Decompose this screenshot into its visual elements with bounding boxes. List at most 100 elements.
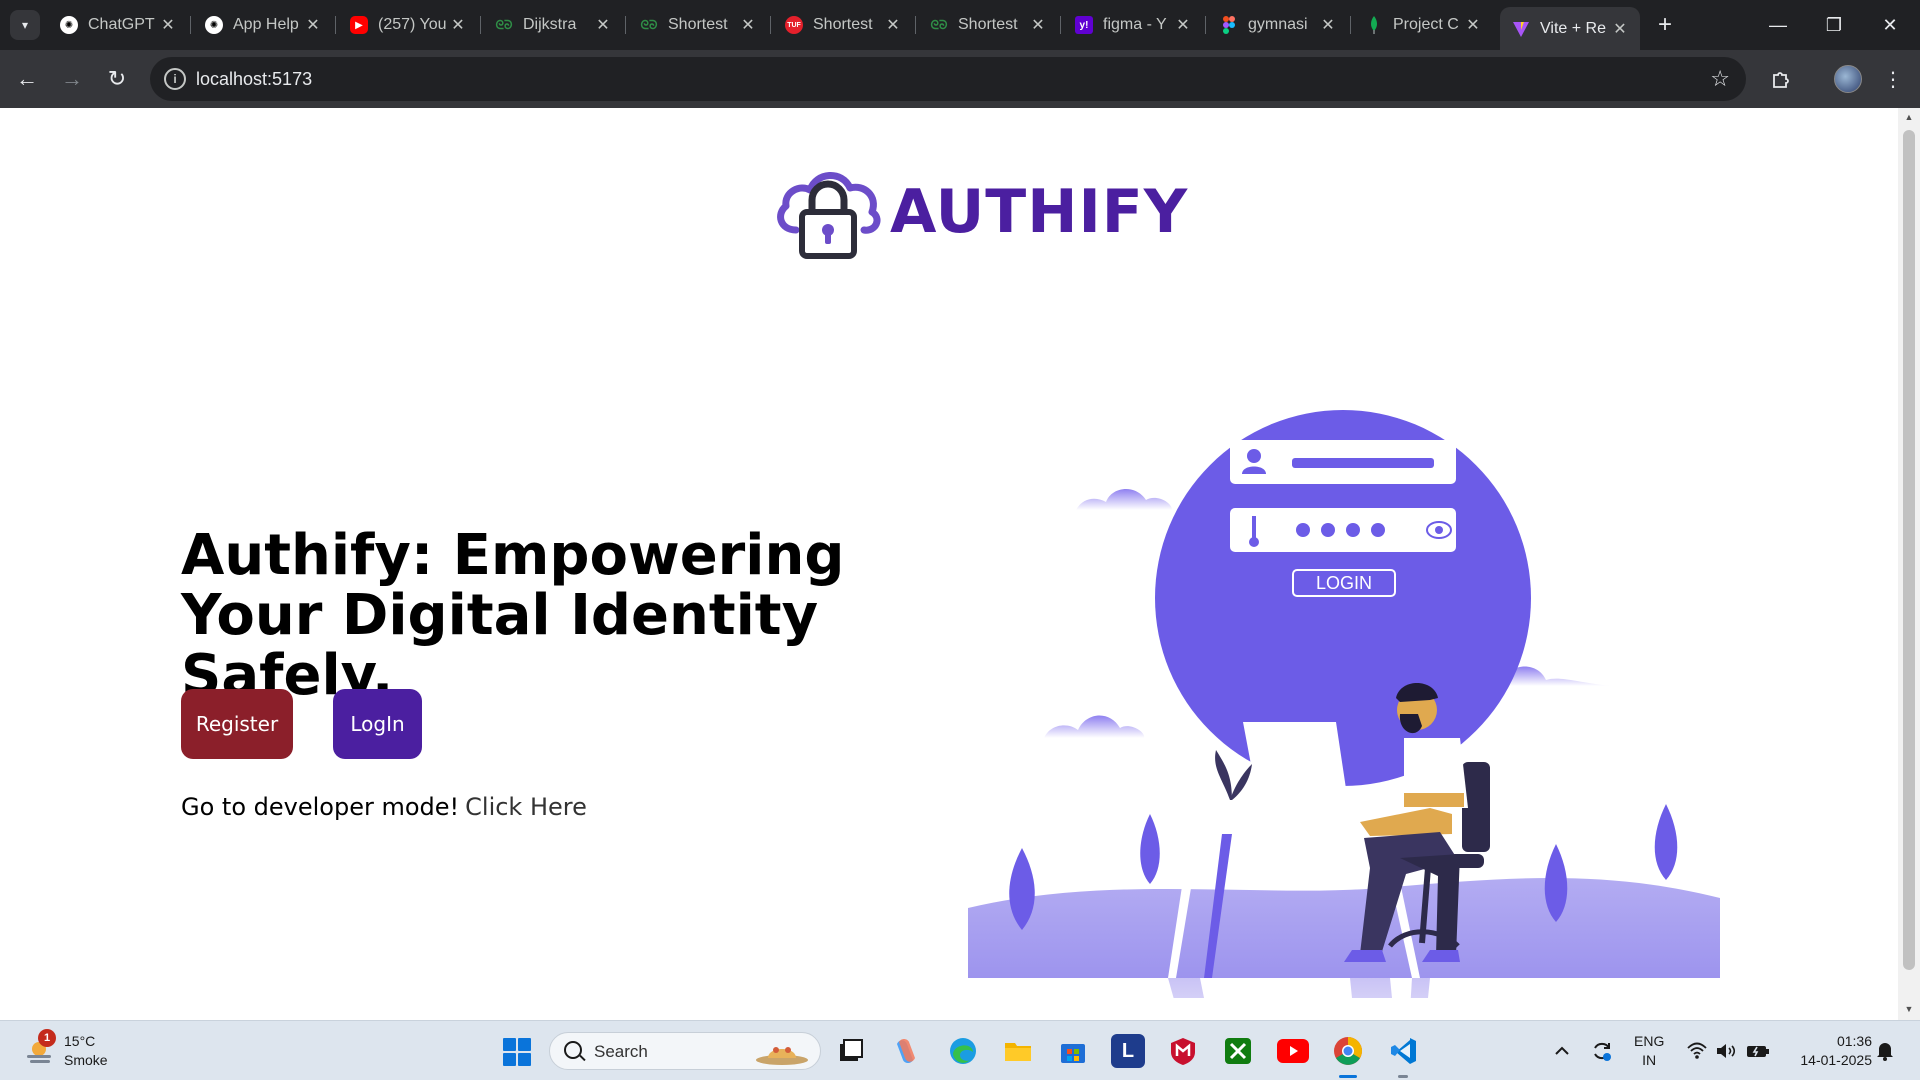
close-icon[interactable]: ✕ [885, 15, 901, 35]
new-tab-plus-icon[interactable]: + [1650, 10, 1680, 40]
l-app-icon[interactable]: L [1111, 1034, 1145, 1068]
brand-logo[interactable]: AUTHIFY [772, 162, 1188, 262]
tab-title: gymnasi [1248, 16, 1308, 33]
developer-mode-text: Go to developer mode! Click Here [181, 793, 587, 821]
yahoo-icon: y! [1075, 16, 1093, 34]
close-icon[interactable]: ✕ [740, 15, 756, 35]
edge-browser-icon[interactable] [946, 1034, 980, 1068]
show-hidden-icons-chevron-icon[interactable] [1550, 1021, 1574, 1080]
close-icon[interactable]: ✕ [1320, 15, 1336, 35]
close-icon[interactable]: ✕ [595, 15, 611, 35]
tab-gymnasium-figma[interactable]: gymnasi ✕ [1208, 7, 1348, 43]
tab-project-mongodb[interactable]: Project C ✕ [1353, 7, 1493, 43]
scroll-down-arrow-icon[interactable]: ▼ [1903, 1004, 1915, 1014]
taskbar-search[interactable]: Search [549, 1032, 821, 1070]
vscode-icon[interactable] [1386, 1034, 1420, 1068]
wifi-icon[interactable] [1684, 1021, 1710, 1080]
search-icon [564, 1041, 582, 1059]
openai-icon: ✺ [205, 16, 223, 34]
mcafee-shield-icon[interactable] [1166, 1034, 1200, 1068]
mongodb-icon [1365, 16, 1383, 34]
address-bar[interactable]: i localhost:5173 ☆ [150, 57, 1746, 101]
browser-toolbar: ← → ↻ i localhost:5173 ☆ ⋮ [0, 50, 1920, 108]
restore-icon[interactable]: ❐ [1806, 0, 1862, 50]
window-close-icon[interactable]: ✕ [1862, 0, 1918, 50]
vite-icon [1512, 20, 1530, 38]
forward-arrow-icon[interactable]: → [57, 64, 87, 94]
developer-mode-label: Go to developer mode! [181, 793, 460, 821]
developer-mode-link[interactable]: Click Here [465, 793, 587, 821]
close-icon[interactable]: ✕ [1465, 15, 1481, 35]
kebab-menu-icon[interactable]: ⋮ [1878, 64, 1908, 94]
task-view-icon[interactable] [834, 1034, 868, 1068]
search-highlight-icon [756, 1047, 808, 1065]
xbox-icon[interactable] [1221, 1034, 1255, 1068]
bookmark-star-icon[interactable]: ☆ [1710, 66, 1730, 92]
tab-title: figma - Y [1103, 16, 1167, 33]
close-icon[interactable]: ✕ [160, 15, 176, 35]
windows-taskbar: 1 15°C Smoke Search L ENG IN 01:36 14-01… [0, 1020, 1920, 1080]
brand-name: AUTHIFY [890, 177, 1189, 247]
windows-start-icon[interactable] [503, 1038, 531, 1066]
extensions-puzzle-icon[interactable] [1766, 64, 1796, 94]
close-icon[interactable]: ✕ [1612, 19, 1628, 39]
tab-figma-yahoo[interactable]: y! figma - Y ✕ [1063, 7, 1203, 43]
page-viewport: AUTHIFY Authify: Empowering Your Digital… [0, 108, 1898, 1020]
site-info-icon[interactable]: i [164, 68, 186, 90]
vertical-scrollbar[interactable]: ▲ ▼ [1898, 108, 1920, 1020]
ground-shape [968, 878, 1720, 978]
tab-title: Shortest [668, 16, 728, 33]
tab-app-help[interactable]: ✺ App Help ✕ [193, 7, 333, 43]
password-card [1230, 508, 1456, 552]
youtube-app-icon[interactable] [1276, 1034, 1310, 1068]
profile-avatar[interactable] [1834, 65, 1862, 93]
scroll-up-arrow-icon[interactable]: ▲ [1903, 112, 1915, 122]
input-language[interactable]: ENG IN [1634, 1032, 1664, 1070]
system-clock[interactable]: 01:36 14-01-2025 [1786, 1032, 1872, 1070]
weather-temperature: 15°C [64, 1033, 96, 1049]
tab-title: Project C [1393, 16, 1459, 33]
cloud-shape [1044, 715, 1145, 738]
chrome-icon[interactable] [1331, 1034, 1365, 1068]
back-arrow-icon[interactable]: ← [12, 64, 42, 94]
tab-shortest-2[interactable]: TUF Shortest ✕ [773, 7, 913, 43]
geeksforgeeks-icon: ᘓᘐ [495, 17, 513, 32]
microsoft-store-icon[interactable] [1056, 1034, 1090, 1068]
close-icon[interactable]: ✕ [305, 15, 321, 35]
tab-chatgpt[interactable]: ✺ ChatGPT ✕ [48, 7, 188, 43]
register-button[interactable]: Register [181, 689, 293, 759]
weather-condition: Smoke [64, 1052, 108, 1068]
battery-charging-icon[interactable] [1744, 1021, 1772, 1080]
login-illustration: LOGIN [968, 410, 1720, 998]
tab-youtube[interactable]: ▶ (257) You ✕ [338, 7, 478, 43]
notification-bell-icon[interactable] [1874, 1039, 1896, 1061]
minimize-icon[interactable]: — [1750, 0, 1806, 50]
tab-title: (257) You [378, 16, 447, 33]
close-icon[interactable]: ✕ [1030, 15, 1046, 35]
sync-icon[interactable] [1588, 1021, 1616, 1080]
figma-icon [1220, 16, 1238, 34]
tab-shortest-3[interactable]: ᘓᘐ Shortest ✕ [918, 7, 1058, 43]
cloud-shape [1076, 488, 1172, 510]
file-explorer-icon[interactable] [1001, 1034, 1035, 1068]
tab-title: Vite + Re [1540, 19, 1606, 37]
cloud-lock-icon [777, 172, 881, 259]
scrollbar-thumb[interactable] [1903, 130, 1915, 970]
close-icon[interactable]: ✕ [1175, 15, 1191, 35]
tab-shortest-1[interactable]: ᘓᘐ Shortest ✕ [628, 7, 768, 43]
tab-title: Shortest [813, 16, 873, 33]
tab-search-chevron-icon[interactable]: ▾ [10, 10, 40, 40]
tab-title: Dijkstra [523, 16, 577, 33]
youtube-icon: ▶ [350, 16, 368, 34]
monitor-shape [1243, 722, 1348, 802]
tab-dijkstra[interactable]: ᘓᘐ Dijkstra ✕ [483, 7, 623, 43]
login-button[interactable]: LogIn [333, 689, 422, 759]
illustration-login-text: LOGIN [1316, 573, 1372, 593]
volume-icon[interactable] [1713, 1021, 1739, 1080]
copilot-icon[interactable] [889, 1034, 923, 1068]
tab-vite-react[interactable]: Vite + Re ✕ [1500, 7, 1640, 50]
tab-title: Shortest [958, 16, 1018, 33]
close-icon[interactable]: ✕ [450, 15, 466, 35]
address-url[interactable]: localhost:5173 [196, 69, 312, 90]
reload-icon[interactable]: ↻ [102, 64, 132, 94]
